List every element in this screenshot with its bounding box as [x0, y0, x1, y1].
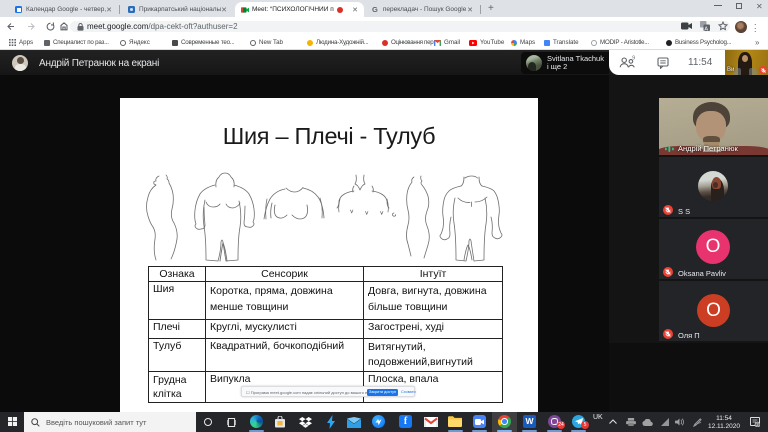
svg-text:A: A [704, 26, 708, 31]
svg-text:9: 9 [632, 56, 635, 62]
